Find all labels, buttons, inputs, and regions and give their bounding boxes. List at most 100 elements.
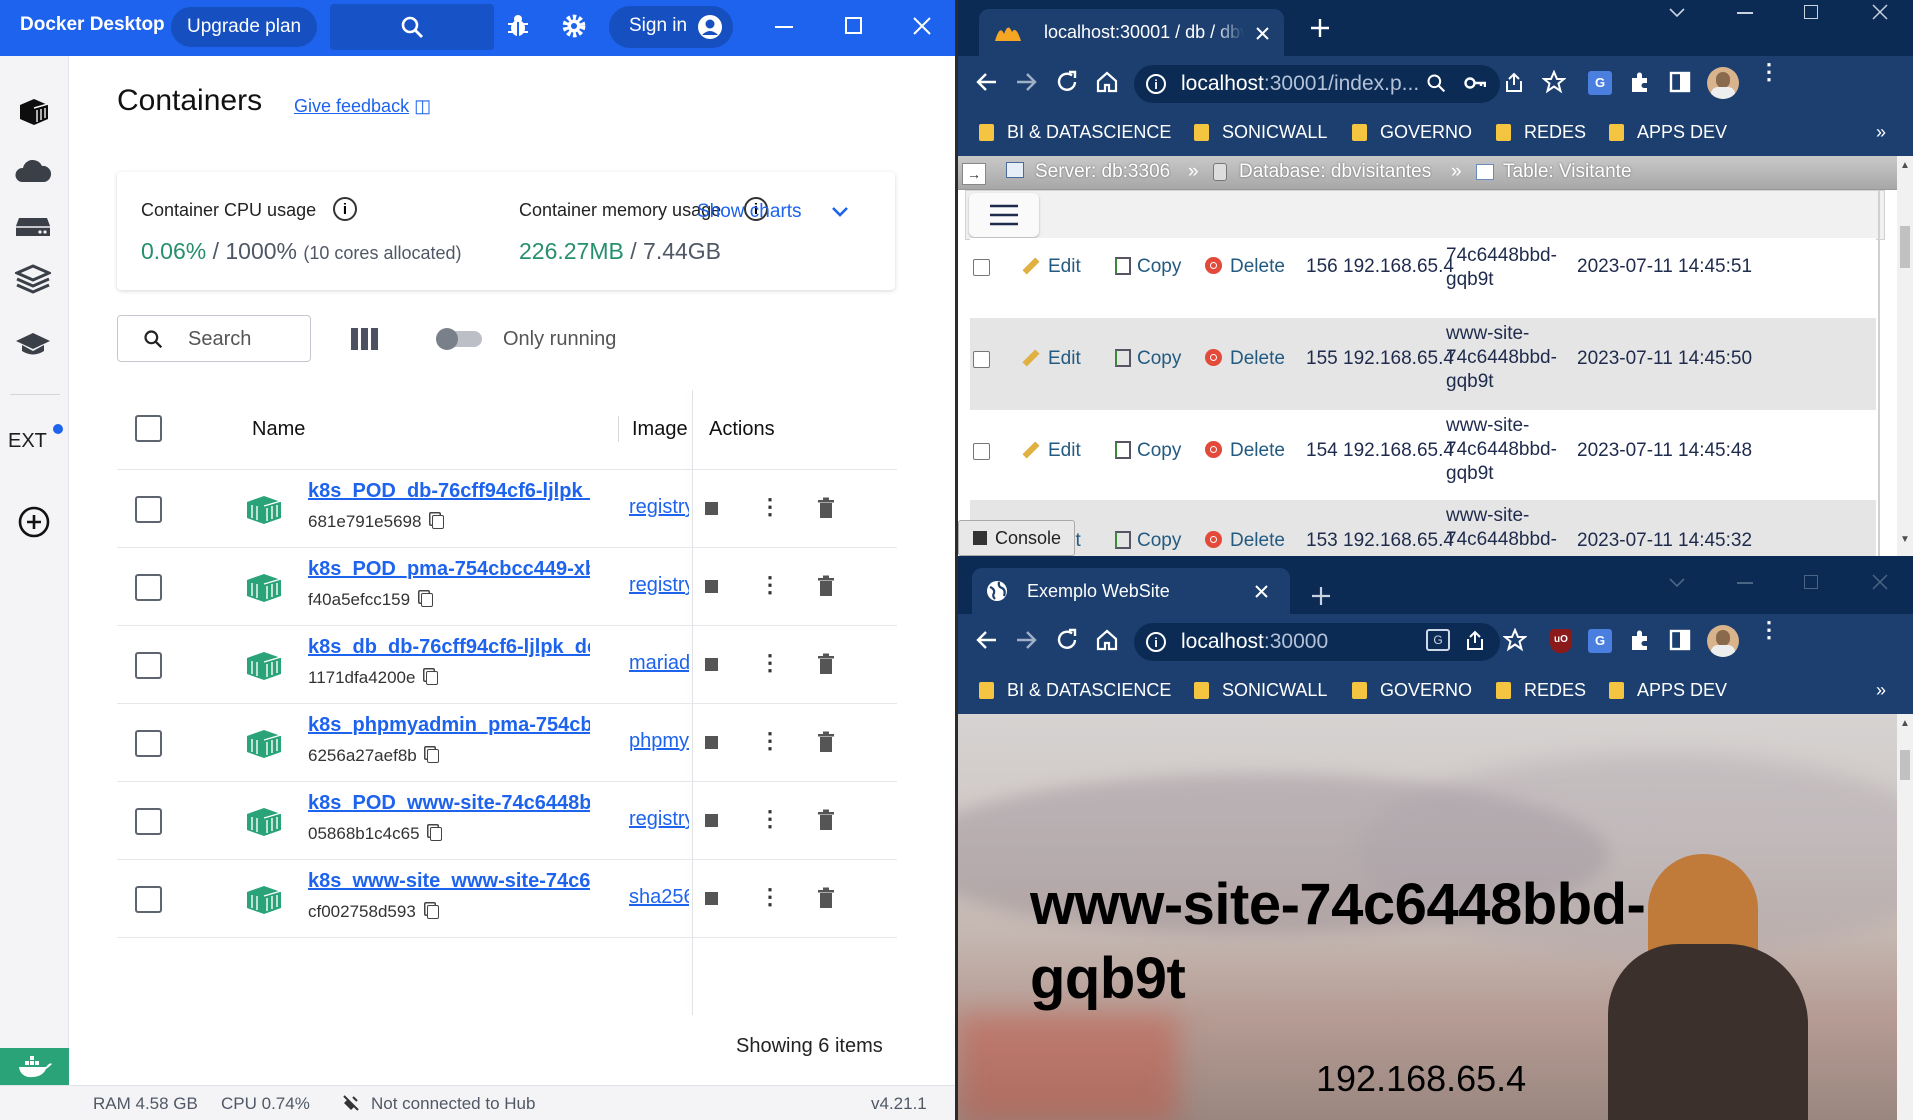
copy-icon[interactable] [427,749,440,763]
table-row[interactable]: k8s_POD_pma-754cbcc449-xbr f40a5efcc159 r… [117,548,897,626]
row-checkbox[interactable] [973,351,990,368]
columns-icon[interactable] [350,327,380,351]
maximize-button[interactable] [1804,575,1818,589]
upgrade-plan-button[interactable]: Upgrade plan [171,7,318,47]
row-checkbox[interactable] [135,730,162,757]
table-row[interactable]: k8s_phpmyadmin_pma-754cbcc 6256a27aef8b p… [117,704,897,782]
copy-icon[interactable] [426,905,439,919]
gear-icon[interactable] [561,13,587,39]
copy-link[interactable]: Copy [1115,530,1181,552]
back-icon[interactable] [976,71,998,93]
more-options-icon[interactable]: ⋮ [759,572,781,598]
row-checkbox[interactable] [135,886,162,913]
maximize-button[interactable] [845,17,862,34]
table-row[interactable]: k8s_db_db-76cff94cf6-ljlpk_de 1171dfa4200… [117,626,897,704]
zoom-search-icon[interactable] [1426,73,1446,93]
copy-link[interactable]: Copy [1115,440,1181,462]
edit-link[interactable]: Edit [1022,440,1081,462]
home-icon[interactable] [1095,628,1119,652]
row-checkbox[interactable] [135,496,162,523]
menu-kebab-icon[interactable]: ⋮ [1758,619,1780,641]
container-name-link[interactable]: k8s_www-site_www-site-74c64 [308,870,590,893]
bug-icon[interactable] [506,13,530,39]
profile-avatar[interactable] [1707,625,1739,657]
minimize-button[interactable] [1737,582,1753,584]
hub-status[interactable]: Not connected to Hub [371,1094,535,1114]
site-info-icon[interactable]: i [1146,74,1166,94]
bookmark-governo[interactable]: GOVERNO [1352,680,1472,701]
container-name-link[interactable]: k8s_POD_pma-754cbcc449-xbr [308,558,590,581]
volumes-icon[interactable] [15,264,51,296]
forward-icon[interactable] [1015,71,1037,93]
tab-phpmyadmin[interactable]: localhost:30001 / db / dbvisitante [979,9,1284,56]
google-translate-icon[interactable]: G [1588,71,1612,95]
delete-icon[interactable] [817,887,835,909]
search-button[interactable] [330,4,494,50]
page-scrollbar[interactable]: ▲ ▼ [1897,156,1913,556]
stop-icon[interactable] [705,892,718,905]
container-name-link[interactable]: k8s_POD_db-76cff94cf6-ljlpk_d [308,480,590,503]
share-icon[interactable] [1464,629,1486,651]
breadcrumb-table[interactable]: Table: Visitante [1503,161,1632,183]
select-all-checkbox[interactable] [135,415,162,442]
table-row[interactable]: Edit Copy Delete 156 192.168.65.4 74c6448bbd-… [970,238,1876,318]
image-link[interactable]: registry [629,574,689,597]
scroll-up-arrow[interactable]: ▲ [1900,718,1910,729]
add-extension-icon[interactable] [18,506,50,538]
translate-page-icon[interactable]: G [1426,629,1450,651]
close-window-icon[interactable] [1872,574,1888,590]
image-column-header[interactable]: Image [632,418,688,441]
delete-link[interactable]: Delete [1205,530,1285,552]
reload-icon[interactable] [1055,70,1079,94]
more-options-icon[interactable]: ⋮ [759,884,781,910]
image-link[interactable]: registry [629,496,689,519]
copy-icon[interactable] [426,671,439,685]
cloud-icon[interactable] [14,158,52,184]
image-link[interactable]: mariadb [629,652,689,675]
image-link[interactable]: sha256 [629,886,689,909]
scrollbar-thumb[interactable] [1900,750,1910,780]
scroll-down-arrow[interactable]: ▼ [1900,534,1910,545]
bookmark-star-icon[interactable] [1542,70,1566,94]
docker-whale-status[interactable] [0,1048,69,1086]
hamburger-menu-button[interactable] [969,193,1039,237]
table-row[interactable]: Edit Copy Delete 155 192.168.65.4 www-site- 74… [970,318,1876,410]
container-name-link[interactable]: k8s_db_db-76cff94cf6-ljlpk_de [308,636,590,659]
tab-search-icon[interactable] [1669,8,1685,18]
google-translate-icon[interactable]: G [1588,629,1612,653]
bookmark-redes[interactable]: REDES [1496,680,1586,701]
bookmark-governo[interactable]: GOVERNO [1352,122,1472,143]
container-name-link[interactable]: k8s_phpmyadmin_pma-754cbcc [308,714,590,737]
bookmark-sonicwall[interactable]: SONICWALL [1194,680,1327,701]
row-checkbox[interactable] [135,652,162,679]
more-options-icon[interactable]: ⋮ [759,494,781,520]
delete-icon[interactable] [817,731,835,753]
bookmark-star-icon[interactable] [1503,628,1527,652]
home-icon[interactable] [1095,70,1119,94]
table-row[interactable]: k8s_POD_db-76cff94cf6-ljlpk_d 681e791e569… [117,470,897,548]
extensions-puzzle-icon[interactable] [1628,70,1652,94]
reload-icon[interactable] [1055,628,1079,652]
sign-in-button[interactable]: Sign in [609,6,733,48]
delete-link[interactable]: Delete [1205,348,1285,370]
stop-icon[interactable] [705,580,718,593]
console-button[interactable]: Console [958,520,1075,556]
give-feedback-link[interactable]: Give feedback ◫ [294,96,431,117]
more-options-icon[interactable]: ⋮ [759,650,781,676]
only-running-toggle[interactable] [436,328,482,350]
image-link[interactable]: phpmyadmin [629,730,689,753]
bookmarks-overflow-icon[interactable]: » [1876,680,1886,701]
more-options-icon[interactable]: ⋮ [759,806,781,832]
copy-link[interactable]: Copy [1115,348,1181,370]
images-icon[interactable] [15,216,51,238]
image-link[interactable]: registry [629,808,689,831]
row-checkbox[interactable] [135,808,162,835]
new-tab-icon[interactable] [1310,18,1330,38]
site-info-icon[interactable]: i [1146,632,1166,652]
table-row[interactable]: Edit Copy Delete 154 192.168.65.4 www-site- 74… [970,410,1876,500]
back-icon[interactable] [976,629,998,651]
version-label[interactable]: v4.21.1 [871,1094,927,1114]
breadcrumb-database[interactable]: Database: dbvisitantes [1239,161,1431,183]
stop-icon[interactable] [705,502,718,515]
row-checkbox[interactable] [973,443,990,460]
